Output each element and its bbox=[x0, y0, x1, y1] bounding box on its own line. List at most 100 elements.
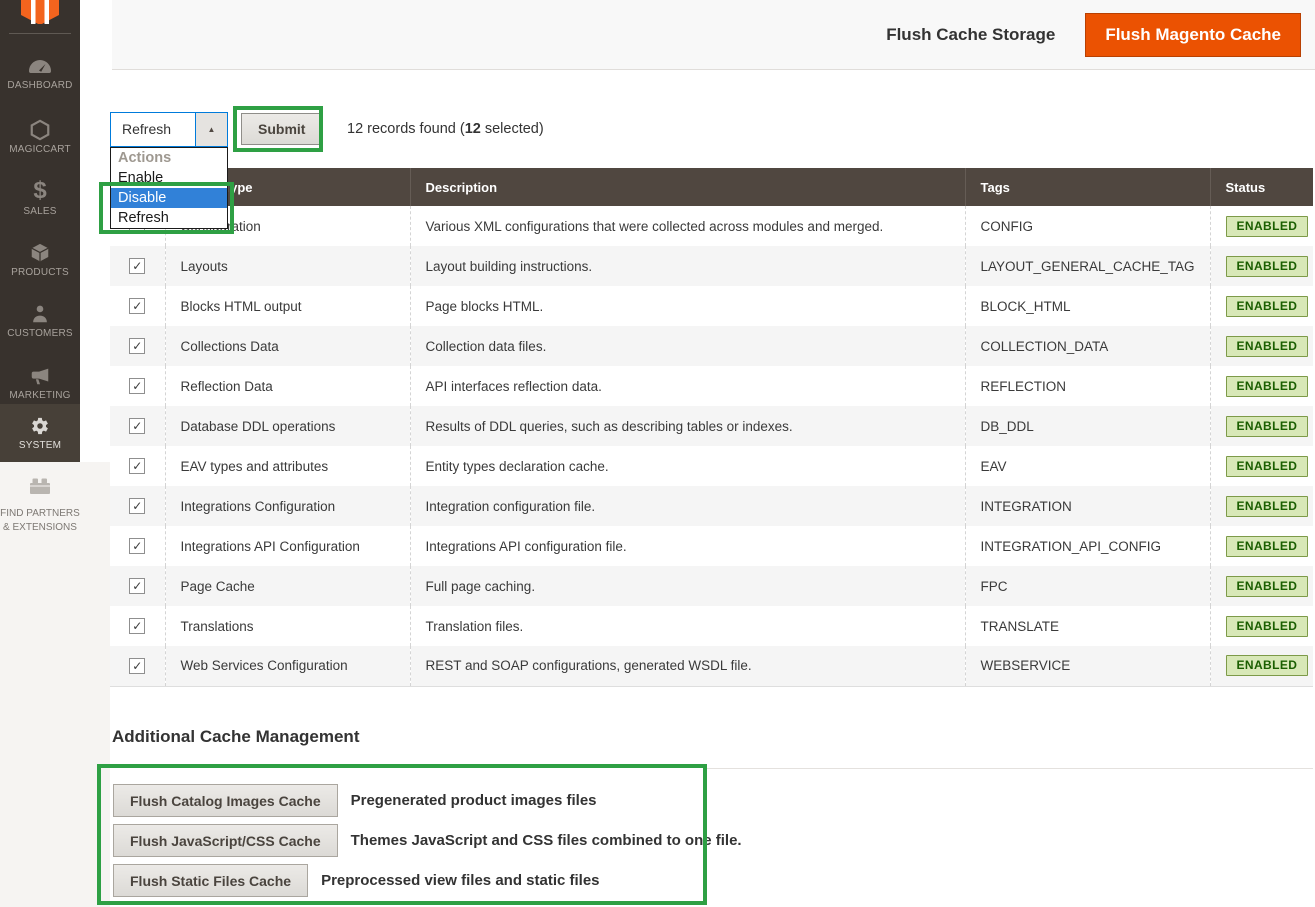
sidebar-item-label: DASHBOARD bbox=[7, 80, 72, 92]
status-badge: ENABLED bbox=[1226, 456, 1309, 477]
cache-type-cell: Blocks HTML output bbox=[165, 286, 410, 326]
cache-table-header-row: Cache Type Description Tags Status bbox=[110, 168, 1313, 206]
column-header-tags[interactable]: Tags bbox=[965, 168, 1210, 206]
row-checkbox[interactable]: ✓ bbox=[129, 338, 145, 354]
cube-icon bbox=[29, 242, 51, 264]
cache-type-cell: Translations bbox=[165, 606, 410, 646]
cache-table-row: ✓ Collections Data Collection data files… bbox=[110, 326, 1313, 366]
status-badge: ENABLED bbox=[1226, 336, 1309, 357]
row-checkbox[interactable]: ✓ bbox=[129, 378, 145, 394]
cache-table-row: ✓ Page Cache Full page caching. FPC ENAB… bbox=[110, 566, 1313, 606]
sidebar-item-label: MAGICCART bbox=[9, 144, 71, 156]
cache-type-cell: Reflection Data bbox=[165, 366, 410, 406]
cache-type-cell: EAV types and attributes bbox=[165, 446, 410, 486]
row-checkbox[interactable]: ✓ bbox=[129, 658, 145, 674]
description-cell: Full page caching. bbox=[410, 566, 965, 606]
row-checkbox[interactable]: ✓ bbox=[129, 458, 145, 474]
flush-cache-storage-button[interactable]: Flush Cache Storage bbox=[886, 25, 1055, 45]
tags-cell: COLLECTION_DATA bbox=[965, 326, 1210, 366]
row-checkbox[interactable]: ✓ bbox=[129, 618, 145, 634]
row-checkbox[interactable]: ✓ bbox=[129, 298, 145, 314]
flush-cache-button[interactable]: Flush JavaScript/CSS Cache bbox=[113, 824, 338, 857]
cache-type-cell: Database DDL operations bbox=[165, 406, 410, 446]
row-checkbox[interactable]: ✓ bbox=[129, 418, 145, 434]
page-actions-header: Flush Cache Storage Flush Magento Cache bbox=[112, 0, 1315, 70]
sidebar-gutter bbox=[80, 0, 110, 462]
status-badge: ENABLED bbox=[1226, 256, 1309, 277]
brick-icon bbox=[27, 474, 53, 503]
row-checkbox[interactable]: ✓ bbox=[129, 538, 145, 554]
sidebar-item-find-partners[interactable]: FIND PARTNERS & EXTENSIONS bbox=[0, 474, 80, 534]
status-badge: ENABLED bbox=[1226, 416, 1309, 437]
cache-table-row: ✓ Integrations API Configuration Integra… bbox=[110, 526, 1313, 566]
flush-cache-button[interactable]: Flush Catalog Images Cache bbox=[113, 784, 338, 817]
section-separator bbox=[707, 768, 1313, 769]
sidebar-item-label: SALES bbox=[23, 206, 56, 218]
cache-table-body: ✓ Configuration Various XML configuratio… bbox=[110, 206, 1313, 686]
sidebar-item-sales[interactable]: $ SALES bbox=[0, 169, 80, 227]
admin-sidebar: DASHBOARD MAGICCART $ SALES PRODUCTS CUS… bbox=[0, 0, 80, 462]
mass-action-selected-value: Refresh bbox=[111, 113, 195, 146]
status-badge: ENABLED bbox=[1226, 536, 1309, 557]
sidebar-item-dashboard[interactable]: DASHBOARD bbox=[0, 46, 80, 104]
description-cell: API interfaces reflection data. bbox=[410, 366, 965, 406]
status-badge: ENABLED bbox=[1226, 576, 1309, 597]
status-badge: ENABLED bbox=[1226, 616, 1309, 637]
status-badge: ENABLED bbox=[1226, 296, 1309, 317]
description-cell: Translation files. bbox=[410, 606, 965, 646]
tags-cell: TRANSLATE bbox=[965, 606, 1210, 646]
magento-logo-icon[interactable] bbox=[0, 0, 80, 24]
description-cell: Collection data files. bbox=[410, 326, 965, 366]
tags-cell: BLOCK_HTML bbox=[965, 286, 1210, 326]
sidebar-item-system[interactable]: SYSTEM bbox=[0, 404, 80, 462]
cache-table-row: ✓ Blocks HTML output Page blocks HTML. B… bbox=[110, 286, 1313, 326]
row-checkbox[interactable]: ✓ bbox=[129, 498, 145, 514]
row-checkbox[interactable]: ✓ bbox=[129, 258, 145, 274]
select-arrow-up-icon[interactable]: ▲ bbox=[195, 113, 227, 146]
flush-cache-description: Themes JavaScript and CSS files combined… bbox=[351, 832, 742, 849]
megaphone-icon bbox=[29, 365, 51, 387]
dropdown-option-refresh[interactable]: Refresh bbox=[111, 208, 227, 228]
dollar-icon: $ bbox=[33, 179, 46, 203]
sidebar-item-label: SYSTEM bbox=[19, 440, 61, 452]
sidebar-item-magiccart[interactable]: MAGICCART bbox=[0, 108, 80, 166]
sidebar-footer-label-line1: FIND PARTNERS bbox=[0, 507, 80, 520]
description-cell: Various XML configurations that were col… bbox=[410, 206, 965, 246]
status-badge: ENABLED bbox=[1226, 496, 1309, 517]
cache-table-row: ✓ Configuration Various XML configuratio… bbox=[110, 206, 1313, 246]
sidebar-item-customers[interactable]: CUSTOMERS bbox=[0, 292, 80, 350]
cache-type-cell: Integrations Configuration bbox=[165, 486, 410, 526]
tags-cell: DB_DDL bbox=[965, 406, 1210, 446]
dropdown-option-enable[interactable]: Enable bbox=[111, 168, 227, 188]
description-cell: Integrations API configuration file. bbox=[410, 526, 965, 566]
cache-table-row: ✓ Web Services Configuration REST and SO… bbox=[110, 646, 1313, 686]
cache-table: Cache Type Description Tags Status ✓ Con… bbox=[110, 168, 1313, 687]
cache-table-row: ✓ Database DDL operations Results of DDL… bbox=[110, 406, 1313, 446]
description-cell: Layout building instructions. bbox=[410, 246, 965, 286]
gauge-icon bbox=[28, 59, 52, 77]
sidebar-footer-label-line2: & EXTENSIONS bbox=[3, 521, 77, 534]
cache-table-row: ✓ Reflection Data API interfaces reflect… bbox=[110, 366, 1313, 406]
cache-table-row: ✓ EAV types and attributes Entity types … bbox=[110, 446, 1313, 486]
cache-type-cell: Web Services Configuration bbox=[165, 646, 410, 686]
mass-action-dropdown: Actions EnableDisableRefresh bbox=[110, 147, 228, 229]
person-icon bbox=[29, 303, 51, 325]
submit-button[interactable]: Submit bbox=[241, 113, 322, 145]
column-header-status[interactable]: Status bbox=[1210, 168, 1313, 206]
flush-cache-button[interactable]: Flush Static Files Cache bbox=[113, 864, 308, 897]
gear-icon bbox=[29, 415, 51, 437]
row-checkbox[interactable]: ✓ bbox=[129, 578, 145, 594]
tags-cell: WEBSERVICE bbox=[965, 646, 1210, 686]
cache-type-cell: Integrations API Configuration bbox=[165, 526, 410, 566]
flush-magento-cache-button[interactable]: Flush Magento Cache bbox=[1085, 13, 1301, 57]
flush-cache-description: Preprocessed view files and static files bbox=[321, 872, 599, 889]
cache-type-cell: Page Cache bbox=[165, 566, 410, 606]
dropdown-option-disable[interactable]: Disable bbox=[111, 188, 227, 208]
sidebar-item-products[interactable]: PRODUCTS bbox=[0, 231, 80, 289]
dropdown-options: EnableDisableRefresh bbox=[111, 168, 227, 228]
sidebar-item-label: PRODUCTS bbox=[11, 267, 69, 279]
mass-action-select[interactable]: Refresh ▲ bbox=[110, 112, 228, 147]
column-header-description[interactable]: Description bbox=[410, 168, 965, 206]
description-cell: Entity types declaration cache. bbox=[410, 446, 965, 486]
additional-cache-title: Additional Cache Management bbox=[112, 727, 359, 747]
